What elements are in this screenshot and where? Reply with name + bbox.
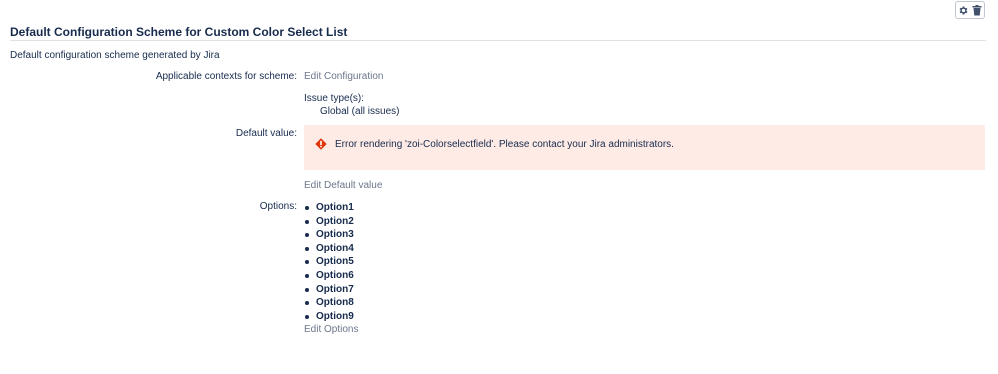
options-label: Options: <box>259 201 297 212</box>
default-value-label: Default value: <box>235 128 297 139</box>
option-item: Option7 <box>304 283 354 297</box>
edit-configuration-link[interactable]: Edit Configuration <box>304 71 384 82</box>
error-message-text: Error rendering 'zoi-Colorselectfield'. … <box>335 139 674 150</box>
option-item: Option8 <box>304 296 354 310</box>
option-item: Option4 <box>304 242 354 256</box>
error-message-panel: Error rendering 'zoi-Colorselectfield'. … <box>304 125 985 170</box>
scheme-actions-button[interactable] <box>955 1 985 19</box>
edit-options-link[interactable]: Edit Options <box>304 324 358 335</box>
issue-types-value: Global (all issues) <box>320 106 400 117</box>
option-item: Option6 <box>304 269 354 283</box>
error-icon <box>315 138 327 150</box>
issue-types-label: Issue type(s): <box>304 93 365 104</box>
option-item: Option9 <box>304 310 354 324</box>
option-item: Option2 <box>304 215 354 229</box>
gear-icon <box>958 5 969 16</box>
scheme-description: Default configuration scheme generated b… <box>10 50 220 61</box>
option-item: Option1 <box>304 201 354 215</box>
option-item: Option3 <box>304 228 354 242</box>
title-divider <box>10 40 986 41</box>
contexts-label: Applicable contexts for scheme: <box>155 71 297 82</box>
scheme-toolbar <box>955 1 985 19</box>
options-list: Option1 Option2 Option3 Option4 Option5 … <box>304 201 354 323</box>
edit-default-value-link[interactable]: Edit Default value <box>304 180 382 191</box>
option-item: Option5 <box>304 255 354 269</box>
trash-icon[interactable] <box>972 4 982 16</box>
page-title: Default Configuration Scheme for Custom … <box>10 25 348 39</box>
